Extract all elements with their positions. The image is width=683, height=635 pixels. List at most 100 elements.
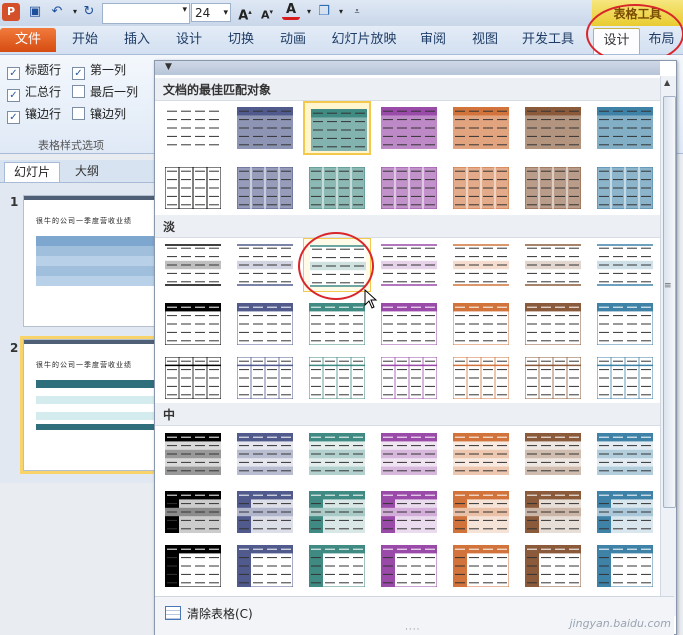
- table-style-option[interactable]: [159, 101, 227, 155]
- clear-table-button[interactable]: 清除表格(C): [161, 603, 271, 625]
- table-style-option[interactable]: [231, 485, 299, 539]
- table-style-option[interactable]: [375, 297, 443, 351]
- scrollbar-thumb[interactable]: [663, 96, 676, 508]
- font-name-combo[interactable]: ▾: [102, 3, 190, 24]
- tab-outline[interactable]: 大纲: [66, 162, 108, 181]
- table-style-option[interactable]: [303, 101, 371, 155]
- table-style-option[interactable]: [591, 101, 659, 155]
- slide-thumbnail-2[interactable]: 很牛的公司一季度营收业绩: [23, 339, 157, 471]
- table-style-option[interactable]: [303, 297, 371, 351]
- tab-view[interactable]: 视图: [462, 28, 508, 52]
- table-style-option[interactable]: [447, 351, 515, 405]
- table-style-option[interactable]: [159, 238, 227, 292]
- powerpoint-app-icon[interactable]: P: [2, 3, 20, 21]
- undo-icon[interactable]: ↶: [48, 3, 66, 21]
- table-style-option[interactable]: [519, 238, 587, 292]
- tab-table-layout[interactable]: 布局: [640, 28, 683, 52]
- total-row-checkbox[interactable]: ✓ 汇总行: [7, 83, 61, 102]
- table-style-option[interactable]: [231, 539, 299, 593]
- banded-rows-checkbox[interactable]: ✓ 镶边行: [7, 105, 61, 124]
- tab-slideshow[interactable]: 幻灯片放映: [326, 28, 402, 52]
- chevron-down-icon[interactable]: ▼: [165, 62, 172, 72]
- table-style-option[interactable]: [231, 238, 299, 292]
- table-style-option[interactable]: [231, 297, 299, 351]
- font-size-combo[interactable]: 24 ▾: [191, 3, 231, 22]
- table-style-option[interactable]: [591, 539, 659, 593]
- table-style-option[interactable]: [303, 485, 371, 539]
- table-style-option[interactable]: [159, 485, 227, 539]
- table-style-option[interactable]: [447, 297, 515, 351]
- save-icon[interactable]: ▣: [26, 3, 44, 21]
- table-style-option[interactable]: [231, 351, 299, 405]
- table-style-option[interactable]: [375, 427, 443, 481]
- table-style-option[interactable]: [447, 161, 515, 215]
- table-style-option[interactable]: [375, 539, 443, 593]
- table-style-option[interactable]: [519, 101, 587, 155]
- slide-thumbnail-1[interactable]: 很牛的公司一季度营收业绩: [23, 195, 157, 327]
- font-color-icon[interactable]: A: [282, 3, 300, 20]
- table-style-option[interactable]: [231, 427, 299, 481]
- table-style-option[interactable]: [231, 101, 299, 155]
- table-style-option[interactable]: [591, 297, 659, 351]
- checkbox-box[interactable]: [72, 107, 85, 120]
- table-style-option[interactable]: [375, 161, 443, 215]
- tab-transitions[interactable]: 切换: [218, 28, 264, 52]
- table-style-option[interactable]: [447, 539, 515, 593]
- table-style-option[interactable]: [159, 539, 227, 593]
- banded-columns-checkbox[interactable]: 镶边列: [72, 105, 126, 122]
- table-style-option[interactable]: [519, 427, 587, 481]
- table-style-option[interactable]: [303, 539, 371, 593]
- tab-developer[interactable]: 开发工具: [516, 28, 580, 52]
- scroll-up-icon[interactable]: ▲: [664, 78, 670, 87]
- table-style-option[interactable]: [591, 427, 659, 481]
- table-style-option[interactable]: [375, 238, 443, 292]
- last-column-checkbox[interactable]: 最后一列: [72, 83, 138, 100]
- table-style-option[interactable]: [447, 101, 515, 155]
- table-style-option[interactable]: [519, 351, 587, 405]
- table-style-option[interactable]: [303, 351, 371, 405]
- checkbox-box[interactable]: ✓: [7, 89, 20, 102]
- tab-design[interactable]: 设计: [166, 28, 212, 52]
- tab-file[interactable]: 文件: [0, 28, 56, 52]
- table-style-option[interactable]: [375, 485, 443, 539]
- table-style-option[interactable]: [591, 161, 659, 215]
- table-style-option[interactable]: [159, 427, 227, 481]
- table-style-option[interactable]: [159, 351, 227, 405]
- grow-font-icon[interactable]: A▴: [236, 3, 254, 23]
- chevron-down-icon[interactable]: ▾: [223, 4, 228, 23]
- table-style-option[interactable]: [591, 351, 659, 405]
- table-style-option[interactable]: [303, 161, 371, 215]
- checkbox-box[interactable]: ✓: [7, 111, 20, 124]
- table-style-option[interactable]: [375, 351, 443, 405]
- table-style-option[interactable]: [519, 539, 587, 593]
- table-style-option[interactable]: [375, 101, 443, 155]
- resize-grip-icon[interactable]: ····: [405, 625, 420, 635]
- chevron-down-icon[interactable]: ▾: [182, 5, 187, 15]
- table-style-option[interactable]: [447, 427, 515, 481]
- tab-slides[interactable]: 幻灯片: [4, 162, 61, 182]
- tab-review[interactable]: 审阅: [410, 28, 456, 52]
- checkbox-box[interactable]: ✓: [72, 67, 85, 80]
- gallery-scrollbar[interactable]: ▲ ≡ ▼: [660, 76, 676, 616]
- tab-home[interactable]: 开始: [62, 28, 108, 52]
- table-style-option[interactable]: [519, 485, 587, 539]
- table-style-option[interactable]: [447, 238, 515, 292]
- table-style-option[interactable]: [519, 161, 587, 215]
- table-style-option[interactable]: [591, 238, 659, 292]
- tab-animations[interactable]: 动画: [270, 28, 316, 52]
- customize-toolbar-icon[interactable]: ⩡: [348, 3, 366, 21]
- table-style-option[interactable]: [231, 161, 299, 215]
- checkbox-box[interactable]: ✓: [7, 67, 20, 80]
- paste-special-icon[interactable]: ❐: [315, 3, 333, 21]
- first-column-checkbox[interactable]: ✓ 第一列: [72, 61, 126, 80]
- table-style-option[interactable]: [591, 485, 659, 539]
- tab-table-design[interactable]: 设计: [593, 28, 640, 54]
- shrink-font-icon[interactable]: A▾: [258, 3, 276, 22]
- table-style-option[interactable]: [447, 485, 515, 539]
- tab-insert[interactable]: 插入: [114, 28, 160, 52]
- table-style-option[interactable]: [303, 238, 371, 292]
- table-style-option[interactable]: [519, 297, 587, 351]
- table-style-option[interactable]: [159, 161, 227, 215]
- header-row-checkbox[interactable]: ✓ 标题行: [7, 61, 61, 80]
- redo-icon[interactable]: ↻: [80, 3, 98, 21]
